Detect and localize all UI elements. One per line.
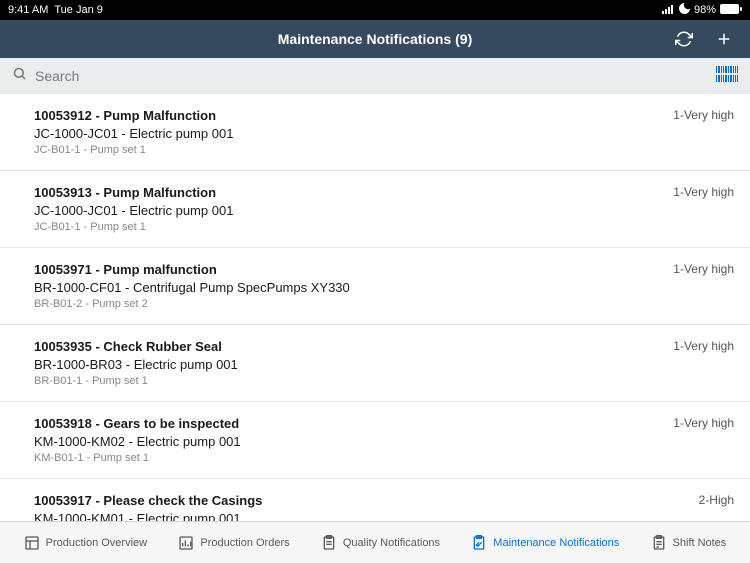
notification-content: 10053918 - Gears to be inspected KM-1000… — [34, 416, 657, 464]
notification-item[interactable]: 10053971 - Pump malfunction BR-1000-CF01… — [0, 248, 750, 325]
tab-maintenance-notifications[interactable]: Maintenance Notifications — [463, 531, 627, 555]
notification-priority: 1-Very high — [673, 108, 734, 122]
notification-content: 10053917 - Please check the Casings KM-1… — [34, 493, 683, 521]
page-title: Maintenance Notifications (9) — [278, 31, 472, 47]
tab-label: Production Overview — [46, 537, 148, 549]
notification-subtitle: BR-1000-CF01 - Centrifugal Pump SpecPump… — [34, 280, 657, 295]
quality-icon — [321, 535, 337, 551]
battery-percent: 98% — [694, 4, 716, 16]
tab-shift-notes[interactable]: Shift Notes — [643, 531, 735, 555]
search-bar — [0, 58, 750, 94]
notes-icon — [651, 535, 667, 551]
notification-subtitle: JC-1000-JC01 - Electric pump 001 — [34, 203, 657, 218]
notification-priority: 1-Very high — [673, 185, 734, 199]
notification-subtitle: KM-1000-KM02 - Electric pump 001 — [34, 434, 657, 449]
notification-item[interactable]: 10053913 - Pump Malfunction JC-1000-JC01… — [0, 171, 750, 248]
notification-title: 10053971 - Pump malfunction — [34, 262, 657, 277]
notification-content: 10053935 - Check Rubber Seal BR-1000-BR0… — [34, 339, 657, 387]
tab-quality-notifications[interactable]: Quality Notifications — [313, 531, 448, 555]
refresh-button[interactable] — [674, 29, 694, 49]
notification-subtitle: KM-1000-KM01 - Electric pump 001 — [34, 511, 683, 521]
search-icon — [12, 66, 27, 86]
notification-title: 10053912 - Pump Malfunction — [34, 108, 657, 123]
notification-subtitle: JC-1000-JC01 - Electric pump 001 — [34, 126, 657, 141]
notification-priority: 1-Very high — [673, 262, 734, 276]
signal-icon — [661, 4, 675, 17]
notification-item[interactable]: 10053917 - Please check the Casings KM-1… — [0, 479, 750, 521]
notification-detail: JC-B01-1 - Pump set 1 — [34, 144, 657, 156]
barcode-scan-button[interactable] — [716, 66, 738, 87]
tab-label: Maintenance Notifications — [493, 537, 619, 549]
notification-title: 10053935 - Check Rubber Seal — [34, 339, 657, 354]
tab-label: Production Orders — [200, 537, 289, 549]
notification-detail: BR-B01-2 - Pump set 2 — [34, 298, 657, 310]
notification-detail: KM-B01-1 - Pump set 1 — [34, 452, 657, 464]
battery-icon — [720, 4, 742, 17]
status-right: 98% — [661, 3, 742, 17]
notification-detail: JC-B01-1 - Pump set 1 — [34, 221, 657, 233]
maintenance-icon — [471, 535, 487, 551]
overview-icon — [24, 535, 40, 551]
notification-subtitle: BR-1000-BR03 - Electric pump 001 — [34, 357, 657, 372]
status-time: 9:41 AM — [8, 4, 48, 16]
notification-detail: BR-B01-1 - Pump set 1 — [34, 375, 657, 387]
tab-production-overview[interactable]: Production Overview — [16, 531, 156, 555]
notification-title: 10053913 - Pump Malfunction — [34, 185, 657, 200]
status-date: Tue Jan 9 — [54, 4, 103, 16]
status-left: 9:41 AM Tue Jan 9 — [8, 4, 103, 16]
add-button[interactable] — [714, 29, 734, 49]
notification-content: 10053912 - Pump Malfunction JC-1000-JC01… — [34, 108, 657, 156]
notification-item[interactable]: 10053935 - Check Rubber Seal BR-1000-BR0… — [0, 325, 750, 402]
notification-content: 10053971 - Pump malfunction BR-1000-CF01… — [34, 262, 657, 310]
status-bar: 9:41 AM Tue Jan 9 98% — [0, 0, 750, 20]
notification-title: 10053918 - Gears to be inspected — [34, 416, 657, 431]
notification-priority: 1-Very high — [673, 339, 734, 353]
tab-production-orders[interactable]: Production Orders — [170, 531, 297, 555]
notification-content: 10053913 - Pump Malfunction JC-1000-JC01… — [34, 185, 657, 233]
notification-priority: 1-Very high — [673, 416, 734, 430]
notification-item[interactable]: 10053918 - Gears to be inspected KM-1000… — [0, 402, 750, 479]
tab-label: Shift Notes — [673, 537, 727, 549]
nav-bar: Maintenance Notifications (9) — [0, 20, 750, 58]
notification-priority: 2-High — [699, 493, 734, 507]
notification-item[interactable]: 10053912 - Pump Malfunction JC-1000-JC01… — [0, 94, 750, 171]
tab-bar: Production Overview Production Orders Qu… — [0, 521, 750, 563]
notification-title: 10053917 - Please check the Casings — [34, 493, 683, 508]
search-input[interactable] — [35, 68, 716, 84]
moon-icon — [679, 3, 690, 17]
notifications-list: 10053912 - Pump Malfunction JC-1000-JC01… — [0, 94, 750, 521]
nav-actions — [674, 29, 734, 49]
tab-label: Quality Notifications — [343, 537, 440, 549]
orders-icon — [178, 535, 194, 551]
